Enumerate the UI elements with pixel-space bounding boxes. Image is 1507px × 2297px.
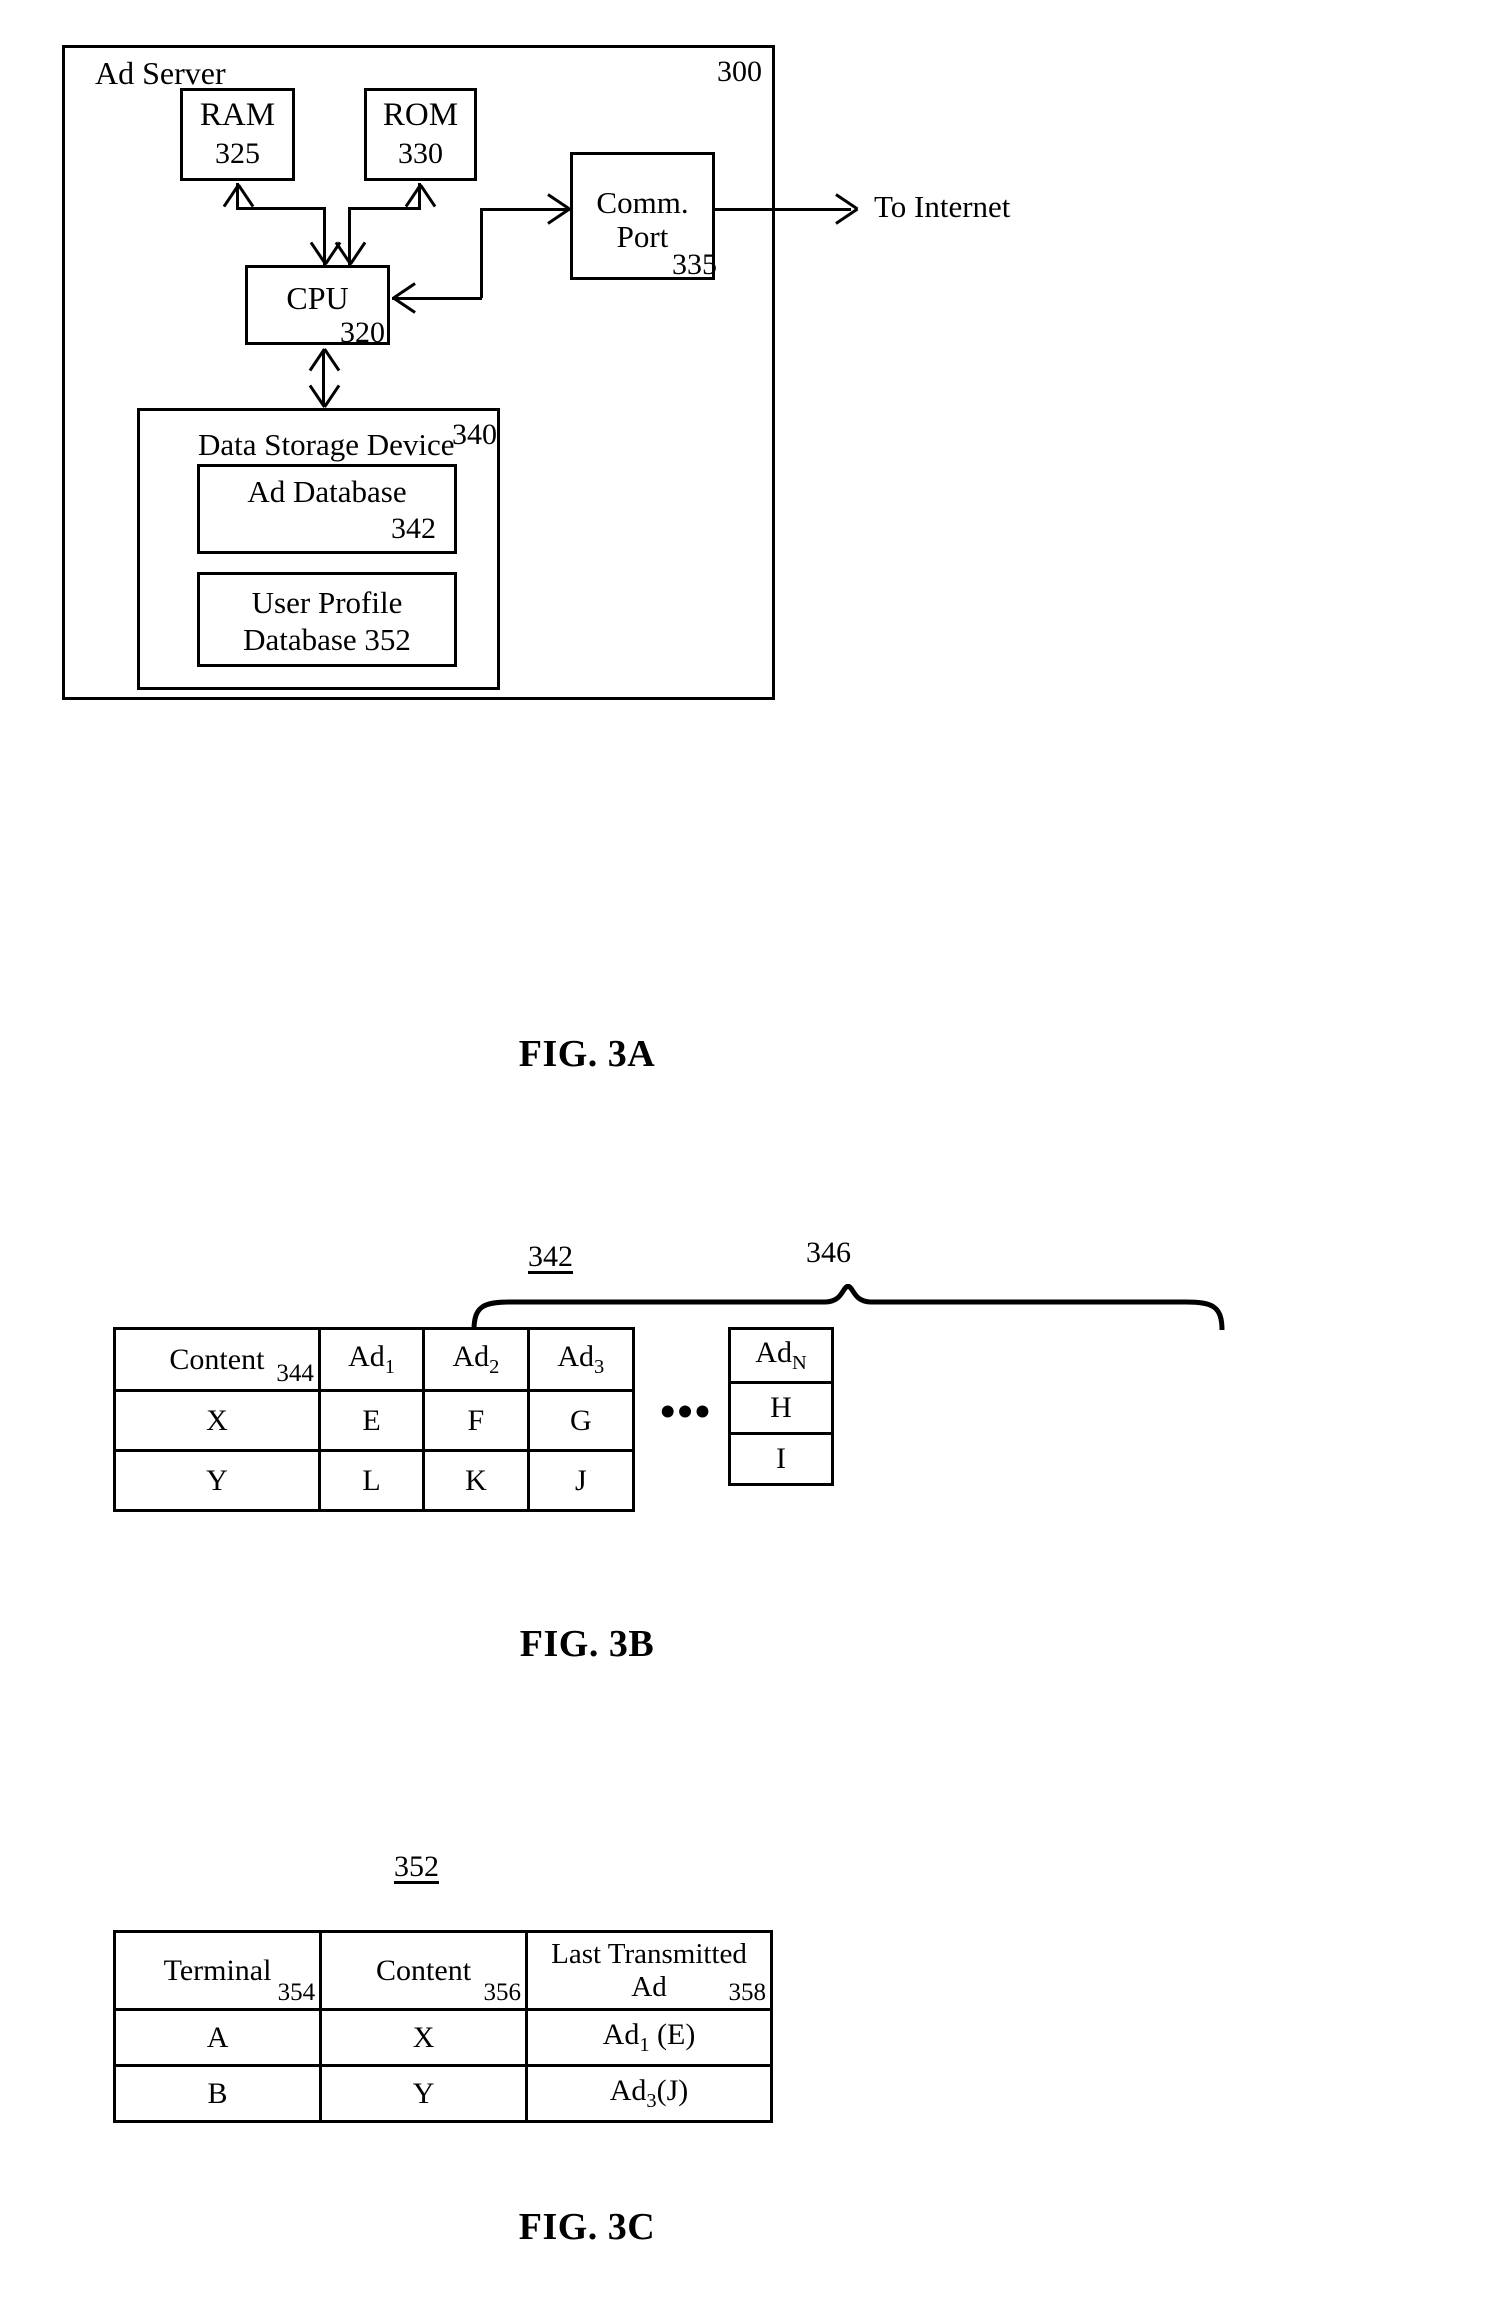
ad-n-column-table: AdN H I (728, 1327, 834, 1486)
header-adn-base: Ad (755, 1336, 792, 1369)
header-content: Content 356 (319, 1930, 528, 2011)
table-row: A X Ad1 (E) (112, 2008, 773, 2067)
cell-x-ad2: F (422, 1389, 530, 1452)
cell-content-y: Y (319, 2064, 528, 2123)
cell-last-ad-a-base: Ad (602, 2018, 640, 2051)
ad-database-table: Content 344 Ad1 Ad2 Ad3 X E F G Y L K J (113, 1327, 636, 1512)
header-content: Content 344 (113, 1327, 321, 1392)
conn-ram-horizontal (236, 207, 326, 210)
header-content-ref: 344 (276, 1360, 314, 1387)
header-content-ref: 356 (483, 1979, 522, 2006)
table-row-header: Content 344 Ad1 Ad2 Ad3 (113, 1327, 636, 1392)
header-ad1-base: Ad (348, 1340, 385, 1373)
cell-content-x: X (113, 1389, 321, 1452)
fig3b-brace (471, 1284, 1225, 1331)
conn-cpu-storage (322, 352, 325, 406)
conn-commport-horizontal-top (480, 208, 572, 211)
cell-y-ad2: K (422, 1449, 530, 1512)
cell-last-ad-b: Ad3(J) (525, 2064, 773, 2123)
data-storage-device-label: Data Storage Device (198, 427, 455, 462)
header-last-transmitted-ad-line1: Last Transmitted (551, 1937, 747, 1970)
conn-rom-down-to-cpu (348, 207, 351, 265)
cell-y-ad1: L (317, 1449, 426, 1512)
header-ad2: Ad2 (422, 1327, 530, 1392)
header-ad1: Ad1 (317, 1327, 426, 1392)
fig3b-ref-342: 342 (528, 1240, 573, 1273)
to-internet-label: To Internet (874, 189, 1011, 224)
cpu-label: CPU (286, 280, 349, 316)
header-ad2-sub: 2 (489, 1356, 500, 1378)
header-ad2-base: Ad (452, 1340, 490, 1373)
comm-port-label-line1: Comm. (596, 185, 689, 220)
header-adn: AdN (728, 1327, 834, 1384)
rom-label: ROM (382, 97, 459, 133)
ad-server-ref-300: 300 (717, 55, 762, 88)
figure-caption-3b: FIG. 3B (519, 1623, 655, 1665)
table-row: X E F G (113, 1389, 636, 1452)
ad-database-ref-342: 342 (391, 512, 436, 545)
cell-last-ad-a: Ad1 (E) (525, 2008, 773, 2067)
figure-caption-3a: FIG. 3A (518, 1033, 656, 1075)
user-profile-database-label-line2: Database 352 (243, 622, 411, 657)
cell-adn-i: I (728, 1432, 834, 1486)
header-ad3: Ad3 (526, 1327, 636, 1392)
ad-database-label: Ad Database (247, 474, 407, 509)
cell-last-ad-b-base: Ad (609, 2074, 647, 2107)
comm-port-ref-335: 335 (672, 248, 717, 281)
figure-caption-3c: FIG. 3C (518, 2206, 656, 2248)
cell-x-ad1: E (317, 1389, 426, 1452)
cpu-ref-320: 320 (340, 316, 385, 349)
conn-ram-down-to-cpu (323, 207, 326, 265)
cell-terminal-b: B (112, 2064, 323, 2123)
conn-rom-horizontal (348, 207, 421, 210)
header-ad1-sub: 1 (384, 1356, 395, 1378)
table-row-header: AdN (728, 1327, 834, 1384)
cell-last-ad-a-tail: (E) (649, 2018, 696, 2051)
user-profile-database-label-line1: User Profile (251, 585, 403, 620)
conn-to-internet (715, 208, 851, 211)
conn-commport-vertical (480, 208, 483, 298)
cell-content-x: X (319, 2008, 528, 2067)
fig3b-ellipsis: ••• (660, 1387, 713, 1436)
table-row-header: Terminal 354 Content 356 Last Transmitte… (112, 1930, 773, 2011)
cell-terminal-a: A (112, 2008, 323, 2067)
cell-adn-h: H (728, 1381, 834, 1435)
ram-label: RAM (199, 97, 276, 133)
header-last-transmitted-ad-ref: 358 (728, 1979, 767, 2006)
cell-last-ad-b-sub: 3 (646, 2090, 657, 2112)
header-ad3-sub: 3 (594, 1356, 605, 1378)
header-ad3-base: Ad (557, 1340, 595, 1373)
header-terminal-ref: 354 (277, 1979, 316, 2006)
table-row: I (728, 1432, 834, 1486)
header-adn-sub: N (791, 1352, 807, 1374)
rom-ref-330: 330 (398, 137, 443, 170)
fig3c-ref-352: 352 (394, 1850, 439, 1883)
cell-x-ad3: G (526, 1389, 636, 1452)
header-last-transmitted-ad: Last Transmitted Ad 358 (525, 1930, 773, 2011)
cell-last-ad-b-tail: (J) (656, 2074, 689, 2107)
table-row: H (728, 1381, 834, 1435)
fig3b-ref-346: 346 (806, 1236, 851, 1269)
cell-content-y: Y (113, 1449, 321, 1512)
cell-y-ad3: J (526, 1449, 636, 1512)
conn-commport-horizontal-bottom (392, 297, 482, 300)
patent-figure-sheet: Ad Server 300 RAM 325 ROM 330 Comm. Port… (0, 0, 1507, 2297)
ad-server-title: Ad Server (95, 55, 226, 91)
table-row: Y L K J (113, 1449, 636, 1512)
user-profile-table: Terminal 354 Content 356 Last Transmitte… (112, 1930, 773, 2123)
ram-ref-325: 325 (215, 137, 260, 170)
header-terminal: Terminal 354 (112, 1930, 323, 2011)
table-row: B Y Ad3(J) (112, 2064, 773, 2123)
data-storage-device-ref-340: 340 (452, 418, 497, 451)
cell-last-ad-a-sub: 1 (639, 2034, 650, 2056)
